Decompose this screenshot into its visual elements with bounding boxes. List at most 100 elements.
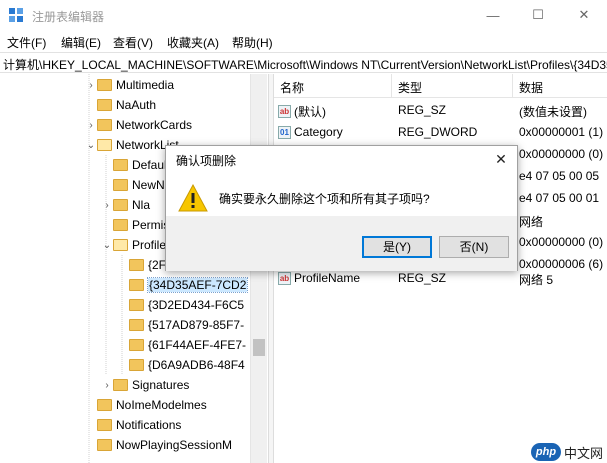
value-data: 0x00000000 (0) <box>519 235 604 249</box>
maximize-button[interactable]: ☐ <box>515 0 561 30</box>
tree-item-label: Notifications <box>116 418 182 432</box>
warning-icon <box>178 184 208 212</box>
php-logo: php <box>531 443 561 461</box>
folder-icon <box>113 199 128 211</box>
confirm-delete-dialog: 确认项删除 ✕ 确实要永久删除这个项和所有其子项吗? 是(Y) 否(N) <box>165 145 518 271</box>
value-data: (数值未设置) <box>519 105 587 119</box>
folder-icon <box>113 159 128 171</box>
string-value-icon: ab <box>278 105 291 118</box>
menu-edit[interactable]: 编辑(E) <box>61 34 101 51</box>
folder-open-icon <box>97 139 112 151</box>
folder-icon <box>113 379 128 391</box>
tree-item[interactable]: ⌄ Profiles <box>101 235 172 255</box>
tree-item-label: NetworkCards <box>116 118 193 132</box>
value-data: 网络 <box>519 215 544 229</box>
tree-item-label: {3D2ED434-F6C5 <box>148 298 245 312</box>
string-value-icon: ab <box>278 271 291 285</box>
folder-icon <box>97 79 112 91</box>
list-header: 名称 类型 数据 <box>274 74 607 98</box>
folder-icon <box>97 439 112 451</box>
value-type: REG_SZ <box>398 103 447 117</box>
regedit-app-icon <box>9 8 23 22</box>
window-title: 注册表编辑器 <box>32 10 105 24</box>
folder-icon <box>97 399 112 411</box>
folder-icon <box>129 339 144 351</box>
tree-item-label: {D6A9ADB6-48F4 <box>148 358 245 372</box>
dialog-footer: 是(Y) 否(N) <box>166 216 517 271</box>
menu-favorites[interactable]: 收藏夹(A) <box>167 34 219 51</box>
tree-item[interactable]: › Nla <box>101 195 150 215</box>
value-row[interactable]: ab (默认) REG_SZ (数值未设置) <box>274 99 607 121</box>
maximize-icon: ☐ <box>532 7 544 22</box>
value-data: 0x00000001 (1) <box>519 125 604 139</box>
value-data: e4 07 05 00 05 <box>519 169 600 183</box>
tree-item[interactable]: {34D35AEF-7CD2 <box>117 275 249 295</box>
menu-bar: 文件(F) 编辑(E) 查看(V) 收藏夹(A) 帮助(H) <box>0 30 607 52</box>
tree-item[interactable]: {3D2ED434-F6C5 <box>117 295 244 315</box>
tree-item[interactable]: › Multimedia <box>85 75 174 95</box>
tree-scrollbar-thumb[interactable] <box>253 339 265 356</box>
folder-icon <box>129 279 144 291</box>
tree-item[interactable]: {D6A9ADB6-48F4 <box>117 355 245 375</box>
column-name-header[interactable]: 名称 <box>280 79 304 96</box>
column-type-header[interactable]: 类型 <box>398 79 422 96</box>
folder-icon <box>129 359 144 371</box>
tree-item[interactable]: NaAuth <box>85 95 156 115</box>
tree-item-label: Multimedia <box>116 78 175 92</box>
folder-icon <box>97 419 112 431</box>
tree-item-label: Signatures <box>132 378 190 392</box>
close-icon: ✕ <box>578 7 590 22</box>
tree-item[interactable]: Notifications <box>85 415 181 435</box>
value-row[interactable]: 01 Category REG_DWORD 0x00000001 (1) <box>274 121 607 143</box>
tree-item-label: NaAuth <box>116 98 157 112</box>
chevron-down-icon[interactable]: ⌄ <box>101 240 113 251</box>
close-button[interactable]: ✕ <box>561 0 607 30</box>
tree-item[interactable]: NoImeModelmes <box>85 395 207 415</box>
value-name: (默认) <box>294 105 326 119</box>
no-button[interactable]: 否(N) <box>439 236 509 258</box>
watermark-text: 中文网 <box>564 445 604 461</box>
chevron-right-icon[interactable]: › <box>101 200 113 211</box>
tree-item-label: NoImeModelmes <box>116 398 207 412</box>
dialog-close-button[interactable]: ✕ <box>484 146 518 172</box>
dialog-message: 确实要永久删除这个项和所有其子项吗? <box>219 192 430 206</box>
tree-item-label: {34D35AEF-7CD2 <box>146 277 249 293</box>
menu-file[interactable]: 文件(F) <box>7 34 46 51</box>
chevron-down-icon[interactable]: ⌄ <box>85 140 97 151</box>
column-divider[interactable] <box>512 74 513 98</box>
tree-item-label: {61F44AEF-4FE7- <box>148 338 247 352</box>
binary-value-icon: 01 <box>278 125 291 139</box>
folder-icon <box>97 99 112 111</box>
tree-item[interactable]: {61F44AEF-4FE7- <box>117 335 246 355</box>
tree-item[interactable]: › Signatures <box>101 375 189 395</box>
value-name: Category <box>294 125 343 139</box>
folder-icon <box>97 119 112 131</box>
tree-item[interactable]: › NetworkCards <box>85 115 192 135</box>
folder-icon <box>129 299 144 311</box>
site-watermark: php 中文网 <box>531 441 603 463</box>
folder-icon <box>113 219 128 231</box>
folder-icon <box>129 259 144 271</box>
chevron-right-icon[interactable]: › <box>101 380 113 391</box>
menu-help[interactable]: 帮助(H) <box>232 34 273 51</box>
value-data: 0x00000000 (0) <box>519 147 604 161</box>
dialog-title: 确认项删除 <box>176 154 237 168</box>
tree-item-label: Nla <box>132 198 151 212</box>
chevron-right-icon[interactable]: › <box>85 80 97 91</box>
column-divider[interactable] <box>391 74 392 98</box>
yes-button[interactable]: 是(Y) <box>362 236 432 258</box>
minimize-button[interactable]: — <box>470 0 516 30</box>
address-path: 计算机\HKEY_LOCAL_MACHINE\SOFTWARE\Microsof… <box>3 58 607 72</box>
folder-icon <box>113 179 128 191</box>
folder-icon <box>129 319 144 331</box>
tree-item[interactable]: NowPlayingSessionM <box>85 435 232 455</box>
chevron-right-icon[interactable]: › <box>85 120 97 131</box>
folder-open-icon <box>113 239 128 251</box>
value-data: e4 07 05 00 01 <box>519 191 600 205</box>
column-data-header[interactable]: 数据 <box>519 79 543 96</box>
title-bar: 注册表编辑器 — ☐ ✕ <box>0 0 607 30</box>
tree-item[interactable]: {517AD879-85F7- <box>117 315 244 335</box>
close-icon: ✕ <box>495 150 507 167</box>
address-bar[interactable]: 计算机\HKEY_LOCAL_MACHINE\SOFTWARE\Microsof… <box>0 52 607 73</box>
menu-view[interactable]: 查看(V) <box>113 34 153 51</box>
